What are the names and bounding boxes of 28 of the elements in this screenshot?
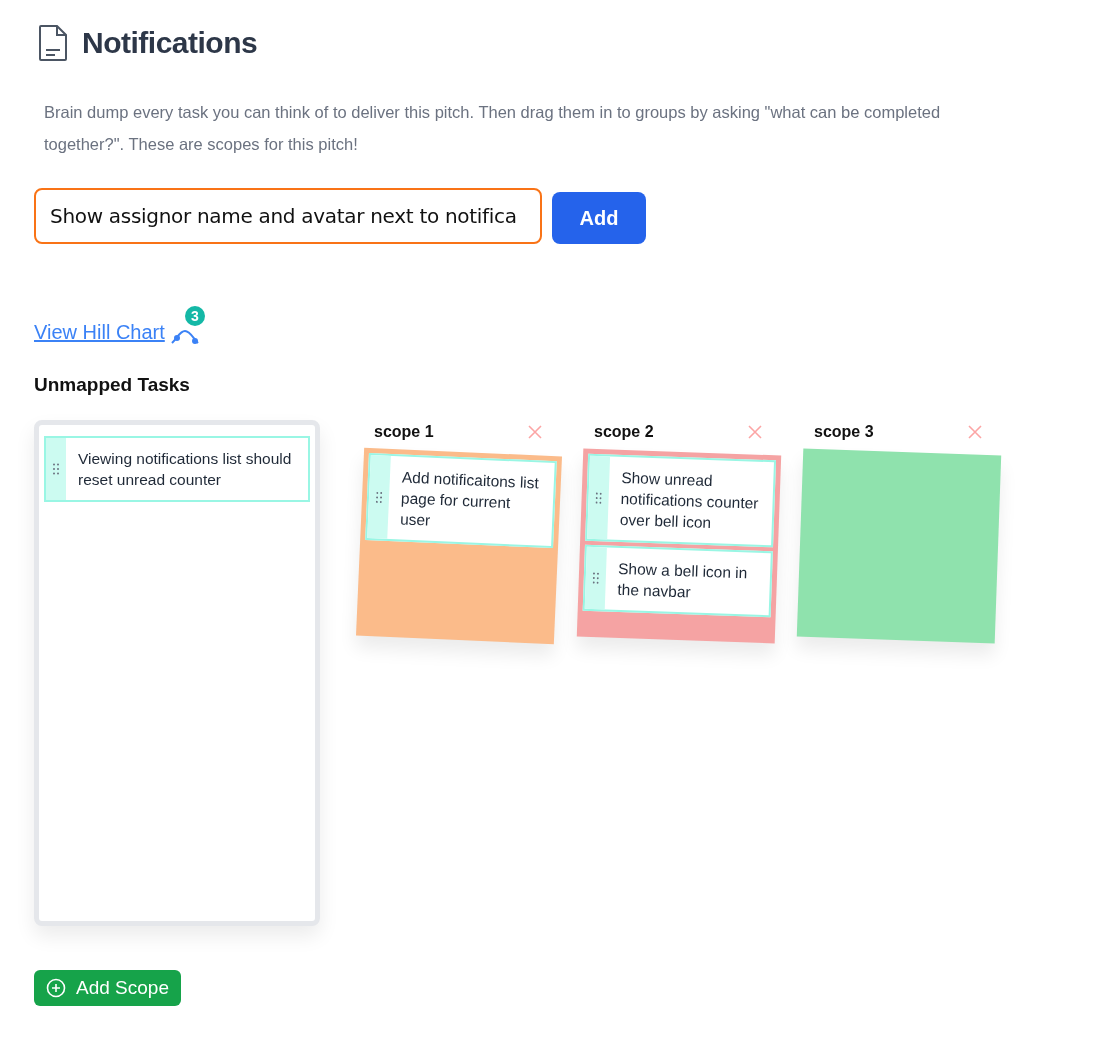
section-title: Unmapped Tasks bbox=[34, 374, 191, 396]
document-icon bbox=[38, 24, 68, 62]
task-card[interactable]: Show unread notifications counter over bell icon bbox=[585, 453, 777, 548]
plus-circle-icon bbox=[46, 978, 66, 998]
drag-handle-icon[interactable] bbox=[375, 490, 383, 504]
task-text: Show unread notifications counter over bell icon bbox=[618, 467, 760, 534]
page-title: Notifications bbox=[82, 26, 258, 60]
close-button[interactable] bbox=[966, 423, 984, 441]
task-card[interactable]: Show a bell icon in the navbar bbox=[582, 544, 773, 618]
task-card[interactable]: Viewing notifications list should reset unread counter bbox=[44, 436, 310, 502]
drag-handle-icon[interactable] bbox=[53, 463, 59, 475]
task-text: Show a bell icon in the navbar bbox=[616, 558, 749, 603]
hill-chart-link[interactable]: View Hill Chart bbox=[34, 321, 165, 344]
close-button[interactable] bbox=[526, 423, 544, 441]
scope-title: scope 1 bbox=[374, 423, 434, 441]
task-card[interactable]: Add notificaitons list page for current user bbox=[365, 453, 557, 549]
scope-title: scope 2 bbox=[594, 423, 654, 441]
drag-handle-icon[interactable] bbox=[592, 572, 600, 585]
scope-title: scope 3 bbox=[814, 423, 874, 441]
add-button[interactable]: Add bbox=[552, 192, 646, 244]
description-text: Brain dump every task you can think of to deliver this pitch. Then drag them in to groups by asking "what can be completed together?". These are scopes for this pitch! bbox=[44, 102, 942, 155]
count-badge: 3 bbox=[184, 306, 205, 326]
drag-handle-icon[interactable] bbox=[595, 491, 602, 504]
task-input-field[interactable]: Show assignor name and avatar next to notifica bbox=[34, 188, 542, 244]
close-button[interactable] bbox=[746, 423, 764, 441]
task-text: Add notificaitons list page for current user bbox=[398, 467, 541, 531]
hill-curve-icon bbox=[170, 328, 199, 344]
task-text: Viewing notifications list should reset unread counter bbox=[77, 449, 293, 490]
